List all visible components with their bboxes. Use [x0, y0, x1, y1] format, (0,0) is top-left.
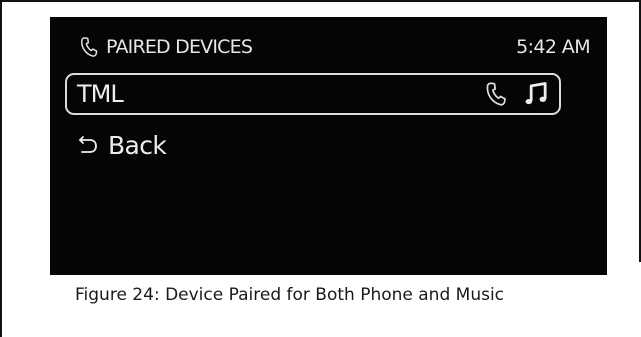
device-profile-icons: [483, 80, 551, 108]
music-note-icon: [523, 80, 551, 108]
page-border-left: [0, 0, 2, 337]
page-title: PAIRED DEVICES: [106, 36, 253, 58]
clock-time: 5:42 AM: [516, 36, 591, 58]
device-item-tml[interactable]: TML: [65, 73, 561, 115]
back-label: Back: [108, 130, 167, 160]
back-arrow-icon: [76, 133, 100, 157]
device-name: TML: [77, 80, 124, 108]
device-screen: PAIRED DEVICES 5:42 AM TML Back: [50, 17, 607, 275]
phone-icon: [483, 81, 509, 107]
page-border-top: [0, 0, 641, 2]
back-button[interactable]: Back: [76, 125, 167, 165]
screen-header: PAIRED DEVICES 5:42 AM: [78, 33, 591, 61]
figure-caption: Figure 24: Device Paired for Both Phone …: [75, 285, 505, 305]
header-title-group: PAIRED DEVICES: [78, 36, 253, 58]
phone-icon: [78, 36, 100, 58]
